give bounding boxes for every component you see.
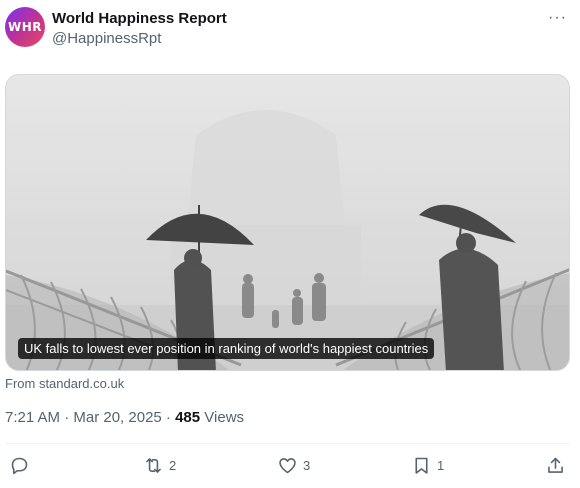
bookmark-button[interactable]: 1 [411, 455, 444, 476]
bookmark-icon [415, 457, 428, 474]
divider [5, 443, 570, 444]
repost-button[interactable]: 2 [143, 455, 176, 476]
share-icon [548, 457, 563, 473]
reply-button[interactable] [9, 455, 35, 476]
avatar-logo-text: WHR [7, 20, 43, 34]
more-options-icon[interactable]: ··· [548, 9, 567, 27]
share-button[interactable] [545, 455, 571, 476]
card-image [6, 75, 569, 370]
post-meta: 7:21 AM · Mar 20, 2025 · 485 Views [5, 409, 244, 426]
repost-icon [146, 458, 161, 473]
repost-count: 2 [169, 458, 177, 473]
views-count: 485 [175, 409, 201, 426]
like-count: 3 [303, 458, 311, 473]
avatar[interactable]: WHR [5, 7, 45, 47]
like-button[interactable]: 3 [277, 455, 310, 476]
post-timestamp[interactable]: 7:21 AM · Mar 20, 2025 · [5, 409, 175, 426]
views-label: Views [200, 409, 245, 426]
card-caption: UK falls to lowest ever position in rank… [18, 338, 435, 359]
action-bar: 2 3 1 [0, 455, 580, 483]
bookmark-count: 1 [437, 458, 445, 473]
post-header: WHR World Happiness Report @HappinessRpt… [5, 7, 575, 51]
heart-icon [279, 458, 296, 474]
link-card[interactable]: UK falls to lowest ever position in rank… [5, 74, 570, 371]
author-name[interactable]: World Happiness Report [52, 10, 227, 27]
reply-icon [11, 457, 28, 475]
author-handle[interactable]: @HappinessRpt [52, 30, 161, 47]
link-source[interactable]: From standard.co.uk [5, 376, 124, 391]
